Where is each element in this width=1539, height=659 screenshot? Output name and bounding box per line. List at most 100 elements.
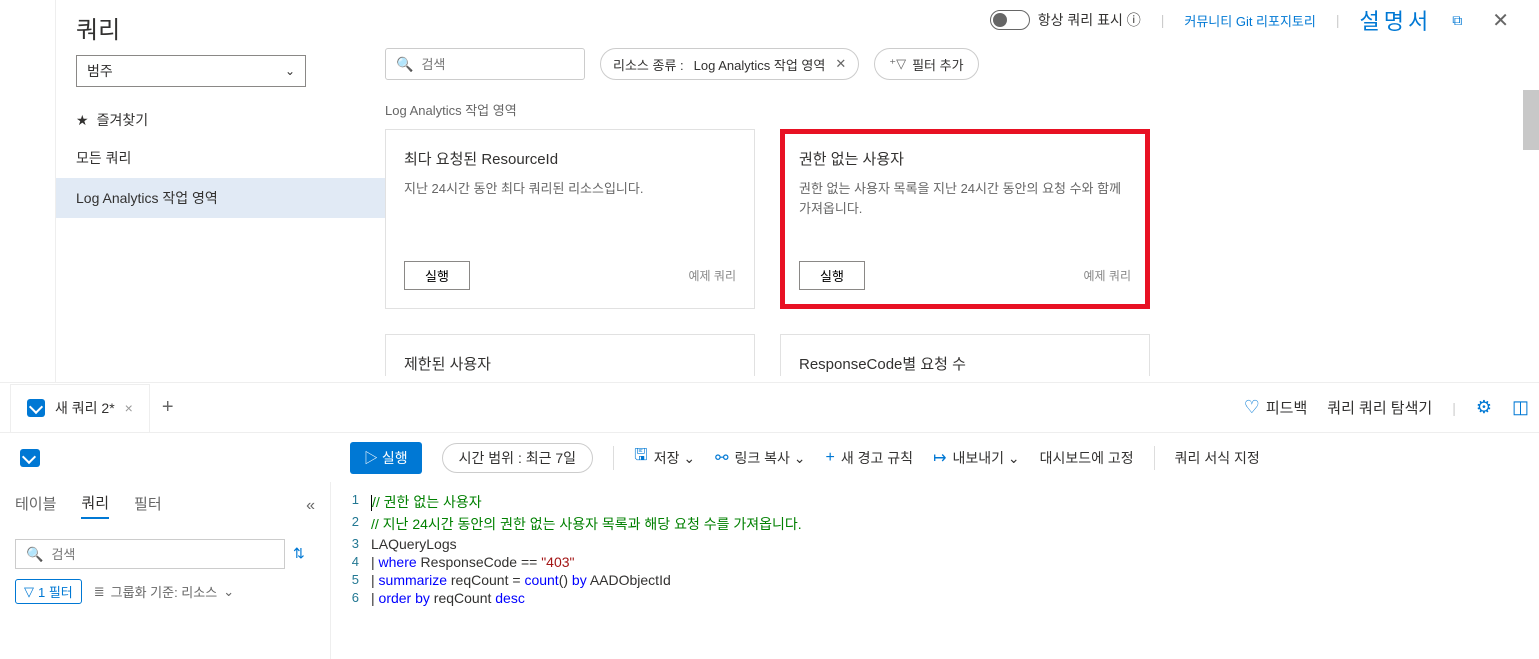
side-query-icon[interactable] <box>20 449 40 467</box>
tab-tables[interactable]: 테이블 <box>15 493 56 518</box>
community-git-link[interactable]: 커뮤니티 Git 리포지토리 <box>1184 11 1315 30</box>
cards-container: 최다 요청된 ResourceId 지난 24시간 동안 최다 쿼리된 리소스입… <box>385 129 1519 309</box>
save-icon: 🖫 <box>634 444 648 471</box>
main-area: 항상 쿼리 표시 ⓘ | 커뮤니티 Git 리포지토리 | 설명서 ⧉ ✕ 🔍 … <box>385 0 1539 382</box>
query-explorer-label: 쿼리 쿼리 탐색기 <box>1327 397 1432 418</box>
divider: | <box>1336 12 1340 28</box>
example-query-label: 예제 쿼리 <box>1084 267 1132 284</box>
bottom-search-input[interactable] <box>51 547 274 562</box>
add-filter-button[interactable]: ⁺▽ 필터 추가 <box>874 48 978 80</box>
search-box[interactable]: 🔍 <box>385 48 585 80</box>
new-alert-label: 새 경고 규칙 <box>841 448 913 468</box>
external-link-icon[interactable]: ⧉ <box>1452 12 1462 29</box>
copy-link-label: 링크 복사 ⌄ <box>735 448 806 468</box>
collapse-panel-icon[interactable]: « <box>306 497 315 515</box>
favorites-row[interactable]: ★ 즐겨찾기 <box>56 102 385 138</box>
save-label: 저장 ⌄ <box>654 448 695 468</box>
card-title: ResponseCode별 요청 수 <box>799 353 1131 374</box>
filter-chip[interactable]: ▽ 1 필터 <box>15 579 82 604</box>
query-explorer-link[interactable]: 쿼리 쿼리 탐색기 <box>1327 397 1432 418</box>
query-tab-icon <box>27 399 45 417</box>
category-select[interactable]: 범주 ⌄ <box>76 55 306 87</box>
always-show-toggle[interactable]: 항상 쿼리 표시 ⓘ <box>990 10 1141 30</box>
alert-icon: + <box>826 449 835 467</box>
run-button[interactable]: 실행 <box>799 261 865 290</box>
format-label: 쿼리 서식 지정 <box>1175 448 1260 468</box>
run-button[interactable]: 실행 <box>404 261 470 290</box>
divider <box>613 446 614 470</box>
save-button[interactable]: 🖫 저장 ⌄ <box>634 444 695 471</box>
divider: | <box>1452 400 1456 416</box>
bottom-left-panel: 테이블 쿼리 필터 « 🔍 ⇅ ▽ 1 필터 ≣ 그룹화 기준: 리소스 ⌄ <box>0 482 330 659</box>
export-button[interactable]: ↦ 내보내기 ⌄ <box>933 448 1020 468</box>
filter-count-label: 1 필터 <box>38 582 73 601</box>
time-range-selector[interactable]: 시간 범위 : 최근 7일 <box>442 443 593 473</box>
resource-type-value: Log Analytics 작업 영역 <box>694 55 826 74</box>
feedback-link[interactable]: ♡ 피드백 <box>1244 397 1308 418</box>
close-tab-icon[interactable]: × <box>125 400 133 416</box>
new-alert-button[interactable]: + 새 경고 규칙 <box>826 448 914 468</box>
export-label: 내보내기 ⌄ <box>952 448 1019 468</box>
list-icon: ≣ <box>94 584 105 600</box>
nav-all-queries[interactable]: 모든 쿼리 <box>56 138 385 178</box>
feedback-label: 피드백 <box>1266 397 1307 418</box>
resource-type-filter[interactable]: 리소스 종류 : Log Analytics 작업 영역 ✕ <box>600 48 859 80</box>
copy-link-button[interactable]: ⚯ 링크 복사 ⌄ <box>715 448 805 468</box>
group-by-label: 그룹화 기준: 리소스 <box>111 582 218 601</box>
resource-type-label: 리소스 종류 : <box>613 55 684 74</box>
run-query-button[interactable]: ▷ 실행 <box>350 442 422 474</box>
gear-icon[interactable]: ⚙ <box>1476 397 1492 418</box>
left-panel: 쿼리 범주 ⌄ ★ 즐겨찾기 모든 쿼리 Log Analytics 작업 영역 <box>55 0 385 382</box>
pin-label: 대시보드에 고정 <box>1040 448 1134 468</box>
star-icon: ★ <box>76 112 89 129</box>
card-title: 제한된 사용자 <box>404 353 736 374</box>
bottom-controls: ▽ 1 필터 ≣ 그룹화 기준: 리소스 ⌄ <box>15 579 315 604</box>
chevron-down-icon: ⌄ <box>285 64 295 78</box>
favorites-label: 즐겨찾기 <box>97 110 149 130</box>
card-desc: 권한 없는 사용자 목록을 지난 24시간 동안의 요청 수와 함께 가져옵니다… <box>799 179 1131 261</box>
sort-icon[interactable]: ⇅ <box>293 545 305 562</box>
header-bar: 항상 쿼리 표시 ⓘ | 커뮤니티 Git 리포지토리 | 설명서 ⧉ ✕ <box>385 0 1519 40</box>
group-by-selector[interactable]: ≣ 그룹화 기준: 리소스 ⌄ <box>94 582 234 601</box>
search-icon: 🔍 <box>396 56 413 73</box>
heart-icon: ♡ <box>1244 397 1260 418</box>
add-tab-button[interactable]: + <box>150 396 186 419</box>
divider <box>1154 446 1155 470</box>
query-card-throttled-users[interactable]: 제한된 사용자 <box>385 334 755 376</box>
tab-label: 새 쿼리 2* <box>55 398 115 418</box>
tab-queries[interactable]: 쿼리 <box>81 492 109 519</box>
link-icon: ⚯ <box>715 448 728 468</box>
toggle-label: 항상 쿼리 표시 ⓘ <box>1038 10 1141 30</box>
panel-icon[interactable]: ◫ <box>1512 397 1529 418</box>
clear-filter-icon[interactable]: ✕ <box>835 56 846 72</box>
code-editor[interactable]: 1// 권한 없는 사용자2// 지난 24시간 동안의 권한 없는 사용자 목… <box>330 482 1539 659</box>
tab-filters[interactable]: 필터 <box>134 493 162 518</box>
search-input[interactable] <box>421 57 597 72</box>
query-card-response-code[interactable]: ResponseCode별 요청 수 <box>780 334 1150 376</box>
tab-new-query-2[interactable]: 새 쿼리 2* × <box>10 384 150 432</box>
card-desc: 지난 24시간 동안 최다 쿼리된 리소스입니다. <box>404 179 736 261</box>
partial-cards-row: 제한된 사용자 ResponseCode별 요청 수 <box>385 334 1519 376</box>
query-card-most-requested[interactable]: 최다 요청된 ResourceId 지난 24시간 동안 최다 쿼리된 리소스입… <box>385 129 755 309</box>
card-title: 권한 없는 사용자 <box>799 148 1131 169</box>
export-icon: ↦ <box>933 448 946 468</box>
bottom-tabs: 테이블 쿼리 필터 « <box>15 492 315 519</box>
section-label: Log Analytics 작업 영역 <box>385 100 1519 119</box>
chevron-down-icon: ⌄ <box>223 584 234 600</box>
funnel-plus-icon: ⁺▽ <box>889 56 906 72</box>
toolbar: ▷ 실행 시간 범위 : 최근 7일 🖫 저장 ⌄ ⚯ 링크 복사 ⌄ + 새 … <box>0 432 1539 482</box>
format-query-button[interactable]: 쿼리 서식 지정 <box>1175 448 1260 468</box>
toggle-switch[interactable] <box>990 10 1030 30</box>
query-card-unauthorized-users[interactable]: 권한 없는 사용자 권한 없는 사용자 목록을 지난 24시간 동안의 요청 수… <box>780 129 1150 309</box>
bottom-search-box[interactable]: 🔍 <box>15 539 285 569</box>
page-title: 쿼리 <box>56 10 385 55</box>
example-query-label: 예제 쿼리 <box>689 267 737 284</box>
filter-bar: 🔍 리소스 종류 : Log Analytics 작업 영역 ✕ ⁺▽ 필터 추… <box>385 48 1519 80</box>
close-icon[interactable]: ✕ <box>1492 8 1509 33</box>
nav-la-workspace[interactable]: Log Analytics 작업 영역 <box>56 178 385 218</box>
tabs-section: 새 쿼리 2* × + ♡ 피드백 쿼리 쿼리 탐색기 | ⚙ ◫ <box>0 382 1539 432</box>
scrollbar[interactable] <box>1523 90 1539 150</box>
documentation-link[interactable]: 설명서 <box>1360 4 1433 36</box>
pin-dashboard-button[interactable]: 대시보드에 고정 <box>1040 448 1134 468</box>
category-label: 범주 <box>87 61 113 81</box>
